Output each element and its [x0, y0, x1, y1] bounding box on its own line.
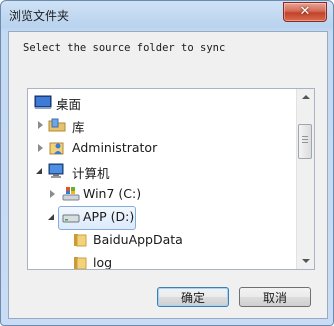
tree-item-drive-d[interactable]: APP (D:)	[28, 206, 300, 229]
expand-arrow-icon[interactable]	[50, 190, 55, 198]
tree-item-desktop[interactable]: 桌面	[28, 91, 300, 114]
vertical-scrollbar[interactable]	[296, 89, 314, 269]
folder-tree[interactable]: 桌面 库 Administrator 计算机 Win7 (C:) APP (D:…	[27, 88, 315, 270]
tree-item-administrator[interactable]: Administrator	[28, 137, 300, 160]
scroll-thumb[interactable]	[298, 124, 312, 159]
folder-icon	[74, 257, 87, 269]
tree-item-label: Win7 (C:)	[83, 186, 142, 201]
collapse-arrow-icon[interactable]	[36, 168, 43, 175]
drive-icon	[62, 214, 80, 223]
windows-drive-icon	[62, 187, 80, 201]
expand-arrow-icon[interactable]	[38, 121, 43, 129]
tree-item-label: APP (D:)	[83, 209, 135, 224]
tree-item-log[interactable]: log	[28, 252, 300, 270]
tree-item-libraries[interactable]: 库	[28, 114, 300, 137]
tree-item-baiduappdata[interactable]: BaiduAppData	[28, 229, 300, 252]
cancel-button[interactable]: 取消	[239, 287, 311, 307]
tree-item-label: BaiduAppData	[93, 232, 183, 247]
tree-item-label: 计算机	[72, 166, 110, 181]
tree-item-label: 桌面	[56, 97, 82, 112]
collapse-arrow-icon[interactable]	[48, 214, 55, 221]
tree-item-label: log	[93, 255, 113, 270]
tree-item-drive-c[interactable]: Win7 (C:)	[28, 183, 300, 206]
expand-arrow-icon[interactable]	[38, 144, 43, 152]
folder-icon	[74, 234, 87, 247]
dialog-prompt: Select the source folder to sync	[23, 42, 226, 54]
tree-item-label: 库	[72, 120, 85, 135]
user-folder-icon	[49, 142, 64, 155]
dialog-body: Select the source folder to sync 桌面 库 Ad…	[8, 31, 328, 319]
close-icon: ✕	[299, 4, 311, 19]
computer-icon	[48, 163, 64, 178]
ok-button[interactable]: 确定	[157, 287, 229, 307]
scroll-down-button[interactable]	[297, 252, 314, 269]
browse-folder-dialog: 浏览文件夹 ✕ Select the source folder to sync…	[0, 0, 334, 326]
title-bar[interactable]: 浏览文件夹 ✕	[1, 1, 333, 31]
window-title: 浏览文件夹	[9, 9, 70, 23]
scroll-up-button[interactable]	[297, 89, 314, 106]
tree-item-label: Administrator	[72, 140, 158, 155]
desktop-icon	[34, 95, 52, 109]
tree-item-computer[interactable]: 计算机	[28, 160, 300, 183]
close-button[interactable]: ✕	[283, 2, 327, 22]
library-icon	[48, 118, 66, 132]
